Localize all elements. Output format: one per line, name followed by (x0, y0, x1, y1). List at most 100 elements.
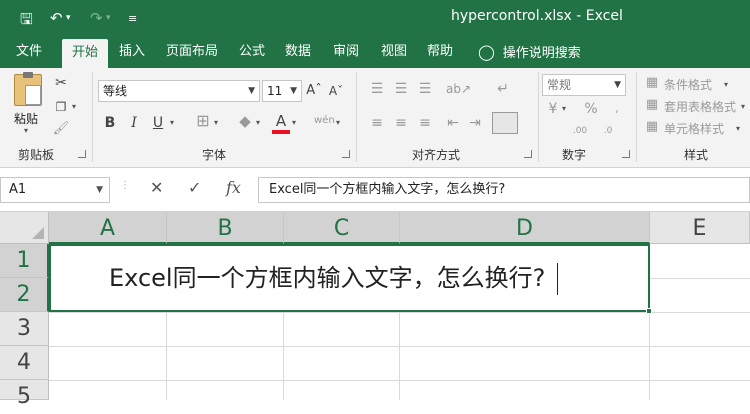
paste-icon[interactable] (14, 72, 42, 106)
font-name-combo[interactable]: 等线 ▼ (98, 80, 260, 102)
borders-dropdown-icon[interactable]: ▾ (214, 118, 218, 127)
fill-dropdown-icon[interactable]: ▾ (256, 118, 260, 127)
align-top-icon[interactable]: ☰ (368, 80, 386, 98)
decrease-indent-icon[interactable]: ⇤ (444, 114, 462, 132)
conditional-format-button[interactable]: 条件格式 (664, 76, 712, 93)
decrease-decimal-icon[interactable]: .0 (598, 122, 618, 140)
column-header-e[interactable]: E (650, 212, 750, 244)
orientation-icon[interactable]: ab↗ (446, 80, 471, 98)
worksheet-grid: A B C D E 1 2 3 4 5 Excel同一个方框内输入文字，怎么换行… (0, 212, 750, 409)
ribbon-tabs: 文件 开始 插入 页面布局 公式 数据 审阅 视图 帮助 ◯ 操作说明搜索 (0, 36, 750, 68)
currency-icon[interactable]: ¥ (544, 100, 562, 118)
conditional-format-dropdown-icon[interactable]: ▾ (724, 80, 728, 89)
decrease-font-icon[interactable]: Aˇ (328, 82, 344, 100)
align-middle-icon[interactable]: ☰ (392, 80, 410, 98)
group-separator (92, 72, 93, 162)
increase-font-icon[interactable]: Aˆ (306, 82, 322, 100)
row-header-1[interactable]: 1 (0, 244, 49, 278)
chevron-down-icon: ▼ (248, 86, 255, 96)
row-header-2[interactable]: 2 (0, 278, 49, 312)
tab-home[interactable]: 开始 (62, 39, 108, 68)
customize-quick-access-icon[interactable]: ≡ (128, 12, 137, 25)
currency-dropdown-icon[interactable]: ▾ (562, 104, 566, 113)
number-launcher-icon[interactable] (622, 150, 630, 158)
redo-icon[interactable]: ↷ (90, 9, 103, 27)
group-separator (538, 72, 539, 162)
percent-icon[interactable]: % (582, 100, 600, 118)
insert-function-icon[interactable]: fx (226, 178, 241, 197)
phonetic-dropdown-icon[interactable]: ▾ (336, 118, 340, 127)
font-color-icon[interactable]: A (272, 112, 290, 130)
font-color-dropdown-icon[interactable]: ▾ (292, 118, 296, 127)
drag-handle-icon[interactable]: ⋮ (120, 180, 131, 191)
tab-view[interactable]: 视图 (376, 36, 412, 68)
wrap-text-icon[interactable]: ↵ (494, 80, 512, 98)
column-header-c[interactable]: C (284, 212, 400, 244)
font-launcher-icon[interactable] (342, 150, 350, 158)
number-format-combo[interactable]: 常规 ▼ (542, 74, 626, 96)
alignment-launcher-icon[interactable] (524, 150, 532, 158)
merged-cell-a1[interactable]: Excel同一个方框内输入文字，怎么换行? (49, 244, 650, 312)
font-color-swatch (272, 130, 290, 134)
cell-styles-icon[interactable]: ▦ (644, 118, 660, 136)
merge-center-icon[interactable] (492, 112, 518, 134)
align-center-icon[interactable]: ≡ (392, 114, 410, 132)
tab-review[interactable]: 审阅 (328, 36, 364, 68)
fill-handle[interactable] (646, 308, 652, 314)
tab-insert[interactable]: 插入 (114, 36, 150, 68)
copy-icon[interactable]: ❐ (52, 98, 70, 116)
borders-icon[interactable]: ⊞ (194, 112, 212, 130)
align-bottom-icon[interactable]: ☰ (416, 80, 434, 98)
cancel-icon[interactable]: ✕ (150, 178, 163, 197)
row-header-3[interactable]: 3 (0, 312, 49, 346)
select-all-button[interactable] (0, 212, 49, 244)
phonetic-icon[interactable]: wén (314, 112, 335, 130)
tab-page-layout[interactable]: 页面布局 (160, 36, 224, 68)
row-header-4[interactable]: 4 (0, 346, 49, 380)
format-painter-icon[interactable]: 🖌 (52, 120, 70, 138)
tab-help[interactable]: 帮助 (422, 36, 458, 68)
format-table-icon[interactable]: ▦ (644, 96, 660, 114)
format-as-table-button[interactable]: 套用表格格式 (664, 98, 736, 115)
chevron-down-icon: ▼ (614, 80, 621, 90)
column-header-a[interactable]: A (49, 212, 167, 244)
formula-input[interactable]: Excel同一个方框内输入文字，怎么换行? (258, 177, 750, 203)
clipboard-launcher-icon[interactable] (78, 150, 86, 158)
tab-data[interactable]: 数据 (280, 36, 316, 68)
increase-decimal-icon[interactable]: .00 (570, 122, 590, 140)
tab-formulas[interactable]: 公式 (234, 36, 270, 68)
undo-icon[interactable]: ↶ (50, 9, 63, 27)
chevron-down-icon: ▼ (96, 185, 103, 195)
cell-styles-dropdown-icon[interactable]: ▾ (736, 124, 740, 133)
italic-icon[interactable]: I (126, 114, 142, 132)
underline-icon[interactable]: U (150, 114, 166, 132)
cut-icon[interactable]: ✂ (52, 74, 70, 92)
underline-dropdown-icon[interactable]: ▾ (170, 118, 174, 127)
font-group-label: 字体 (202, 148, 227, 162)
tell-me-search[interactable]: ◯ 操作说明搜索 (478, 36, 581, 68)
undo-dropdown-icon[interactable]: ▾ (66, 13, 71, 23)
bold-icon[interactable]: B (102, 114, 118, 132)
align-right-icon[interactable]: ≡ (416, 114, 434, 132)
enter-icon[interactable]: ✓ (188, 178, 201, 197)
paste-button[interactable]: 粘贴 (14, 110, 38, 127)
row-header-5[interactable]: 5 (0, 380, 49, 409)
paste-dropdown-icon[interactable]: ▾ (24, 126, 28, 135)
conditional-format-icon[interactable]: ▦ (644, 74, 660, 92)
redo-dropdown-icon[interactable]: ▾ (106, 13, 111, 23)
fill-color-icon[interactable]: ◆ (236, 112, 254, 130)
cell-styles-button[interactable]: 单元格样式 (664, 120, 724, 137)
tab-file[interactable]: 文件 (8, 36, 50, 68)
align-left-icon[interactable]: ≡ (368, 114, 386, 132)
format-table-dropdown-icon[interactable]: ▾ (741, 102, 745, 111)
group-separator (356, 72, 357, 162)
copy-dropdown-icon[interactable]: ▾ (72, 102, 76, 111)
alignment-group-label: 对齐方式 (412, 148, 461, 162)
name-box[interactable]: A1 ▼ (0, 177, 110, 203)
increase-indent-icon[interactable]: ⇥ (466, 114, 484, 132)
comma-style-icon[interactable]: , (608, 100, 626, 118)
font-size-combo[interactable]: 11 ▼ (262, 80, 302, 102)
column-header-d[interactable]: D (400, 212, 650, 244)
column-header-b[interactable]: B (167, 212, 284, 244)
save-icon[interactable]: 🖫 (20, 9, 33, 34)
